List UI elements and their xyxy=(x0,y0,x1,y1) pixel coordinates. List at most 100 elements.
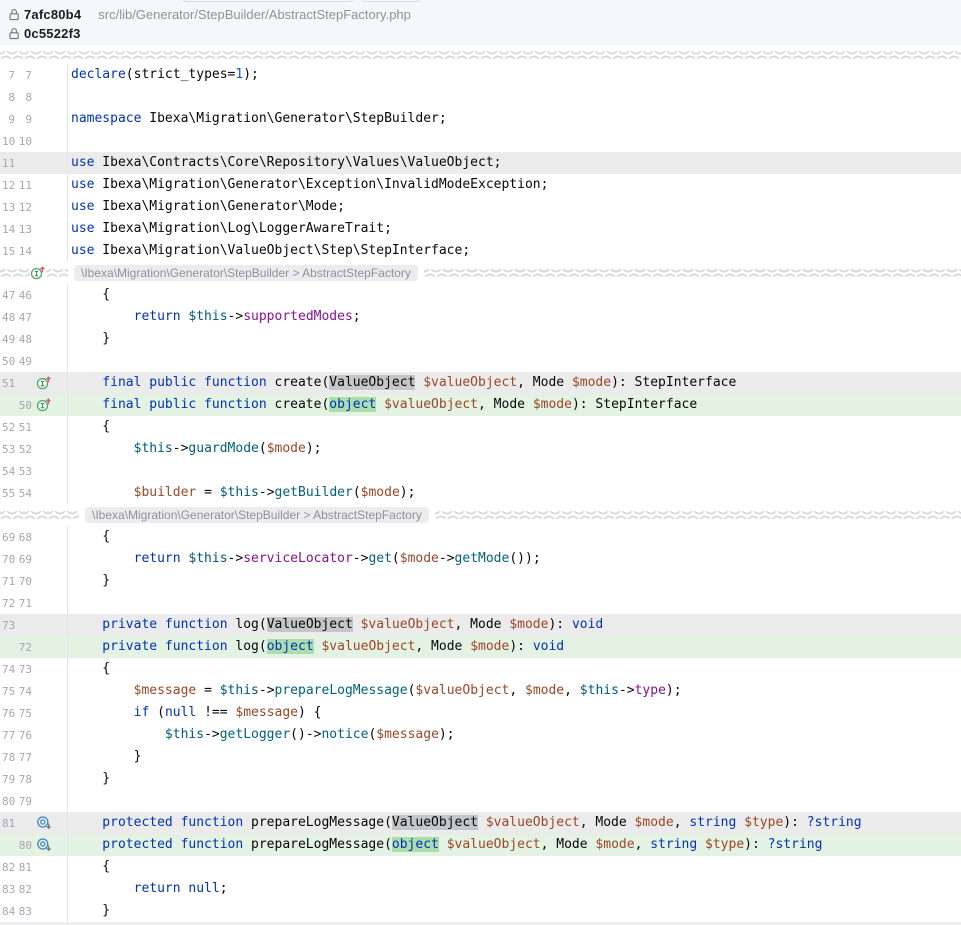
wave-divider xyxy=(424,269,961,277)
new-line-number: 82 xyxy=(15,883,32,896)
collapsed-region-separator[interactable]: \Ibexa\Migration\Generator\StepBuilder >… xyxy=(0,262,961,284)
old-line-number: 84 xyxy=(2,905,15,918)
old-line-number: 7 xyxy=(2,69,15,82)
code-line[interactable]: 51 final public function create(ValueObj… xyxy=(0,372,961,394)
code-line[interactable]: 83 82 return null; xyxy=(0,878,961,900)
code-text: return null; xyxy=(67,878,961,900)
new-line-number: 69 xyxy=(15,553,32,566)
new-line-number: 70 xyxy=(15,575,32,588)
code-line[interactable]: 48 47 return $this->supportedModes; xyxy=(0,306,961,328)
code-line[interactable]: 81 protected function prepareLogMessage(… xyxy=(0,812,961,834)
code-line[interactable]: 80 79 xyxy=(0,790,961,812)
code-line[interactable]: 10 10 xyxy=(0,130,961,152)
code-line[interactable]: 47 46 { xyxy=(0,284,961,306)
code-line[interactable]: 8 8 xyxy=(0,86,961,108)
code-line[interactable]: 7 7 declare(strict_types=1); xyxy=(0,64,961,86)
new-line-number: 14 xyxy=(15,245,32,258)
code-line[interactable]: 55 54 $builder = $this->getBuilder($mode… xyxy=(0,482,961,504)
code-line[interactable]: 54 53 xyxy=(0,460,961,482)
code-text xyxy=(67,350,961,372)
new-line-number: 9 xyxy=(15,113,32,126)
new-line-number: 49 xyxy=(15,355,32,368)
code-line[interactable]: 9 9 namespace Ibexa\Migration\Generator\… xyxy=(0,108,961,130)
gutter: 77 76 xyxy=(0,724,67,746)
overridden-icon[interactable] xyxy=(35,815,52,831)
code-line[interactable]: 71 70 } xyxy=(0,570,961,592)
code-text: { xyxy=(67,416,961,438)
code-line[interactable]: 74 73 { xyxy=(0,658,961,680)
new-line-number: 71 xyxy=(15,597,32,610)
gutter: 69 68 xyxy=(0,526,67,548)
lock-icon xyxy=(8,27,20,40)
new-line-number: 46 xyxy=(15,289,32,302)
old-line-number: 50 xyxy=(2,355,15,368)
new-line-number: 48 xyxy=(15,333,32,346)
code-text: declare(strict_types=1); xyxy=(67,64,961,86)
implements-icon[interactable] xyxy=(30,265,46,281)
code-line[interactable]: 50 49 xyxy=(0,350,961,372)
code-line[interactable]: 78 77 } xyxy=(0,746,961,768)
code-line[interactable]: 11 use Ibexa\Contracts\Core\Repository\V… xyxy=(0,152,961,174)
gutter: 15 14 xyxy=(0,240,67,262)
code-text: protected function prepareLogMessage(Val… xyxy=(67,812,961,834)
overridden-icon[interactable] xyxy=(35,837,52,853)
old-line-number: 73 xyxy=(2,619,15,632)
code-line[interactable]: 70 69 return $this->serviceLocator->get(… xyxy=(0,548,961,570)
code-line[interactable]: 69 68 { xyxy=(0,526,961,548)
new-line-number: 53 xyxy=(15,465,32,478)
old-line-number: 8 xyxy=(2,91,15,104)
breadcrumb-chip[interactable]: \Ibexa\Migration\Generator\StepBuilder >… xyxy=(85,507,429,523)
gutter: 53 52 xyxy=(0,438,67,460)
gutter: 74 73 xyxy=(0,658,67,680)
code-text: } xyxy=(67,570,961,592)
code-line[interactable]: 14 13 use Ibexa\Migration\Log\LoggerAwar… xyxy=(0,218,961,240)
new-line-number: 52 xyxy=(15,443,32,456)
code-text xyxy=(67,592,961,614)
collapsed-region-separator[interactable]: \Ibexa\Migration\Generator\StepBuilder >… xyxy=(0,504,961,526)
old-line-number: 15 xyxy=(2,245,15,258)
code-line[interactable]: 13 12 use Ibexa\Migration\Generator\Mode… xyxy=(0,196,961,218)
new-line-number: 74 xyxy=(15,685,32,698)
code-line[interactable]: 73 private function log(ValueObject $val… xyxy=(0,614,961,636)
breadcrumb-chip[interactable]: \Ibexa\Migration\Generator\StepBuilder >… xyxy=(74,265,418,281)
code-line[interactable]: 84 83 } xyxy=(0,900,961,922)
code-line[interactable]: 76 75 if (null !== $message) { xyxy=(0,702,961,724)
code-text: } xyxy=(67,746,961,768)
code-text: $builder = $this->getBuilder($mode); xyxy=(67,482,961,504)
code-text: } xyxy=(67,328,961,350)
old-line-number: 54 xyxy=(2,465,15,478)
code-text: $this->getLogger()->notice($message); xyxy=(67,724,961,746)
implements-icon[interactable] xyxy=(35,397,52,413)
code-text: { xyxy=(67,856,961,878)
new-line-number: 79 xyxy=(15,795,32,808)
new-line-number: 11 xyxy=(15,179,32,192)
old-line-number: 53 xyxy=(2,443,15,456)
code-line[interactable]: 50 final public function create(object $… xyxy=(0,394,961,416)
code-line[interactable]: 80 protected function prepareLogMessage(… xyxy=(0,834,961,856)
code-text: use Ibexa\Contracts\Core\Repository\Valu… xyxy=(67,152,961,174)
gutter: 80 xyxy=(0,834,67,856)
code-text xyxy=(67,86,961,108)
old-line-number: 79 xyxy=(2,773,15,786)
code-line[interactable]: 52 51 { xyxy=(0,416,961,438)
code-line[interactable]: 77 76 $this->getLogger()->notice($messag… xyxy=(0,724,961,746)
code-line[interactable]: 82 81 { xyxy=(0,856,961,878)
code-line[interactable]: 49 48 } xyxy=(0,328,961,350)
new-line-number: 54 xyxy=(15,487,32,500)
code-text: protected function prepareLogMessage(obj… xyxy=(67,834,961,856)
commit-hash-new: 0c5522f3 xyxy=(24,26,81,41)
code-text: { xyxy=(67,658,961,680)
code-text: final public function create(ValueObject… xyxy=(67,372,961,394)
gutter: 50 xyxy=(0,394,67,416)
code-line[interactable]: 15 14 use Ibexa\Migration\ValueObject\St… xyxy=(0,240,961,262)
code-line[interactable]: 12 11 use Ibexa\Migration\Generator\Exce… xyxy=(0,174,961,196)
gutter: 9 9 xyxy=(0,108,67,130)
implements-icon[interactable] xyxy=(35,375,52,391)
gutter: 48 47 xyxy=(0,306,67,328)
code-line[interactable]: 72 71 xyxy=(0,592,961,614)
code-line[interactable]: 79 78 } xyxy=(0,768,961,790)
code-line[interactable]: 72 private function log(object $valueObj… xyxy=(0,636,961,658)
code-line[interactable]: 53 52 $this->guardMode($mode); xyxy=(0,438,961,460)
old-line-number: 13 xyxy=(2,201,15,214)
code-line[interactable]: 75 74 $message = $this->prepareLogMessag… xyxy=(0,680,961,702)
